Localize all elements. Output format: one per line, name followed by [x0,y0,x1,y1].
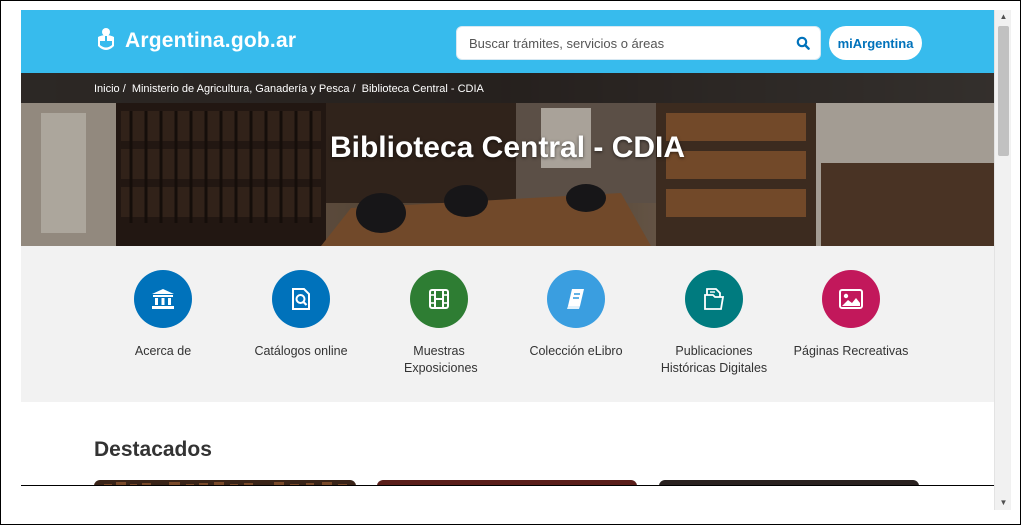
shortcut-elibro[interactable]: Colección eLibro [506,270,646,360]
shortcut-label: Catálogos online [254,344,348,358]
search-button[interactable] [786,27,820,59]
catalog-search-icon [272,270,330,328]
search-input[interactable] [469,27,779,59]
film-icon [410,270,468,328]
search-icon [796,36,810,50]
documents-icon [685,270,743,328]
page: Argentina.gob.ar miArgentina [21,10,994,485]
breadcrumb-separator: / [352,83,356,95]
browser-viewport: Argentina.gob.ar miArgentina [0,0,1021,525]
site-header: Argentina.gob.ar miArgentina [21,10,994,73]
shortcut-recreativas[interactable]: Páginas Recreativas [781,270,921,360]
shortcut-label: Publicaciones Históricas Digitales [660,344,768,375]
institution-icon [134,270,192,328]
book-icon [547,270,605,328]
shortcut-catalogos[interactable]: Catálogos online [231,270,371,360]
breadcrumb-ministry[interactable]: Ministerio de Agricultura, Ganadería y P… [132,83,350,95]
site-name: Argentina.gob.ar [125,28,297,52]
featured-heading: Destacados [94,438,212,461]
search-box [456,26,821,60]
hero-banner: Inicio / Ministerio de Agricultura, Ganad… [21,73,994,246]
breadcrumb-home[interactable]: Inicio [94,83,120,95]
scroll-up-arrow-icon[interactable]: ▲ [995,10,1012,24]
breadcrumb-current: Biblioteca Central - CDIA [361,83,484,95]
viewport-bottom-edge [21,485,994,486]
shortcuts-panel: Acerca de Catálogos online Muestras Expo… [21,246,994,402]
shortcut-label: Colección eLibro [529,344,623,358]
site-logo[interactable]: Argentina.gob.ar [95,27,296,54]
shortcut-label: Páginas Recreativas [793,344,909,358]
breadcrumb: Inicio / Ministerio de Agricultura, Ganad… [94,83,487,95]
page-title: Biblioteca Central - CDIA [329,131,686,164]
vertical-scrollbar[interactable]: ▲ ▼ [994,10,1011,510]
shortcut-label: Muestras Exposiciones [404,344,478,375]
scroll-down-arrow-icon[interactable]: ▼ [995,496,1012,510]
shortcut-publicaciones[interactable]: Publicaciones Históricas Digitales [644,270,784,377]
breadcrumb-separator: / [122,83,126,95]
shortcut-muestras[interactable]: Muestras Exposiciones [369,270,509,377]
shortcut-label: Acerca de [134,344,192,358]
miargentina-button[interactable]: miArgentina [829,26,922,60]
image-icon [822,270,880,328]
shortcut-acerca-de[interactable]: Acerca de [93,270,233,360]
scroll-thumb[interactable] [998,26,1009,156]
coat-of-arms-icon [98,28,114,50]
